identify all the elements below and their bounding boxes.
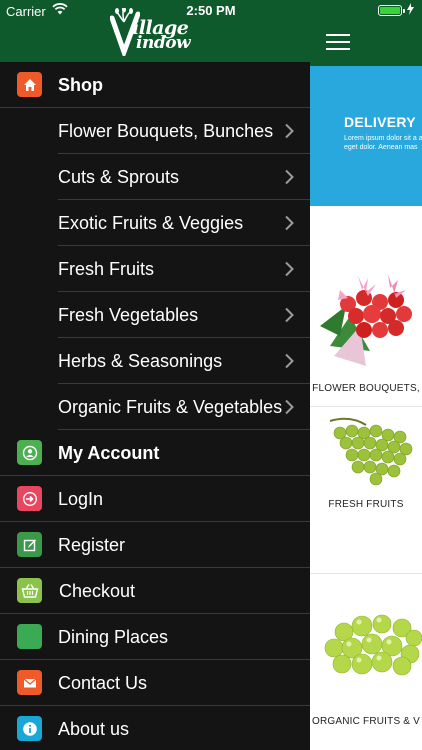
info-icon [17,716,42,741]
user-icon [17,440,42,465]
basket-icon [17,578,42,603]
menu-item-label: Cuts & Sprouts [58,167,180,187]
battery-icon [378,5,405,16]
menu-item-label: Exotic Fruits & Veggies [58,213,244,233]
menu-item-herbs-seasonings[interactable]: Herbs & Seasonings [0,338,310,384]
home-icon [17,72,42,97]
chevron-right-icon [285,353,294,369]
menu-item-label: My Account [58,443,160,463]
brand-line-2: indow [136,33,191,53]
menu-item-label: Dining Places [58,627,169,647]
dining-icon [17,624,42,649]
menu-item-exotic-fruits-veggies[interactable]: Exotic Fruits & Veggies [0,200,310,246]
category-card-fresh-fruits[interactable]: FRESH FRUITS [310,407,422,573]
menu-item-dining-places[interactable]: Dining Places [0,614,310,660]
register-icon [17,532,42,557]
menu-item-label: Shop [58,75,103,95]
menu-item-label: Checkout [59,581,136,601]
menu-item-label: Flower Bouquets, Bunches [58,121,274,141]
chevron-right-icon [285,307,294,323]
menu-item-label: Contact Us [58,673,148,693]
menu-item-register[interactable]: Register [0,522,310,568]
menu-item-about-us[interactable]: About us [0,706,310,750]
category-card-organic[interactable]: ORGANIC FRUITS & V [310,574,422,750]
charging-icon [407,3,414,15]
chevron-right-icon [285,399,294,415]
menu-item-label: Fresh Fruits [58,259,155,279]
main-content: DELIVERY Lorem ipsum dolor sit a adipisc… [310,0,422,750]
flower-bouquet-image [320,274,412,366]
menu-item-label: Organic Fruits & Vegetables [58,397,283,417]
navigation-drawer: illage indow Shop Flower Bouquets, Bunche… [0,0,310,750]
menu-item-contact-us[interactable]: Contact Us [0,660,310,706]
banner-body: Lorem ipsum dolor sit a adipiscing elit.… [344,135,422,151]
chevron-right-icon [285,215,294,231]
menu-item-label: Herbs & Seasonings [58,351,223,371]
menu-item-login[interactable]: LogIn [0,476,310,522]
clock: 2:50 PM [186,3,236,18]
menu-item-flower-bouquets-bunches[interactable]: Flower Bouquets, Bunches [0,108,310,154]
menu-item-label: Fresh Vegetables [58,305,199,325]
menu-item-fresh-fruits[interactable]: Fresh Fruits [0,246,310,292]
login-icon [17,486,42,511]
chevron-right-icon [285,261,294,277]
mail-icon [17,670,42,695]
menu-item-fresh-vegetables[interactable]: Fresh Vegetables [0,292,310,338]
menu-item-label: Register [58,535,126,555]
chevron-right-icon [285,123,294,139]
menu-item-cuts-sprouts[interactable]: Cuts & Sprouts [0,154,310,200]
organic-grapes-image [324,614,422,676]
category-card-flower-bouquets[interactable]: FLOWER BOUQUETS, [310,206,422,406]
menu-item-shop[interactable]: Shop [0,62,310,108]
status-bar: Carrier 2:50 PM [0,0,422,22]
drawer-menu: Shop Flower Bouquets, Bunches Cuts & Sprou… [0,62,310,750]
menu-item-label: LogIn [58,489,104,509]
menu-item-label: About us [58,719,130,739]
category-caption: FLOWER BOUQUETS, [312,383,420,394]
menu-item-organic-fruits-vegetables[interactable]: Organic Fruits & Vegetables [0,384,310,430]
menu-item-checkout[interactable]: Checkout [0,568,310,614]
menu-item-my-account[interactable]: My Account [0,430,310,476]
category-caption: FRESH FRUITS [328,499,404,510]
category-caption: ORGANIC FRUITS & V [311,716,421,727]
green-grapes-image [329,417,413,486]
chevron-right-icon [285,169,294,185]
delivery-banner[interactable]: DELIVERY Lorem ipsum dolor sit a adipisc… [310,66,422,206]
banner-title: DELIVERY [344,114,416,130]
hamburger-menu-icon[interactable] [326,34,350,50]
